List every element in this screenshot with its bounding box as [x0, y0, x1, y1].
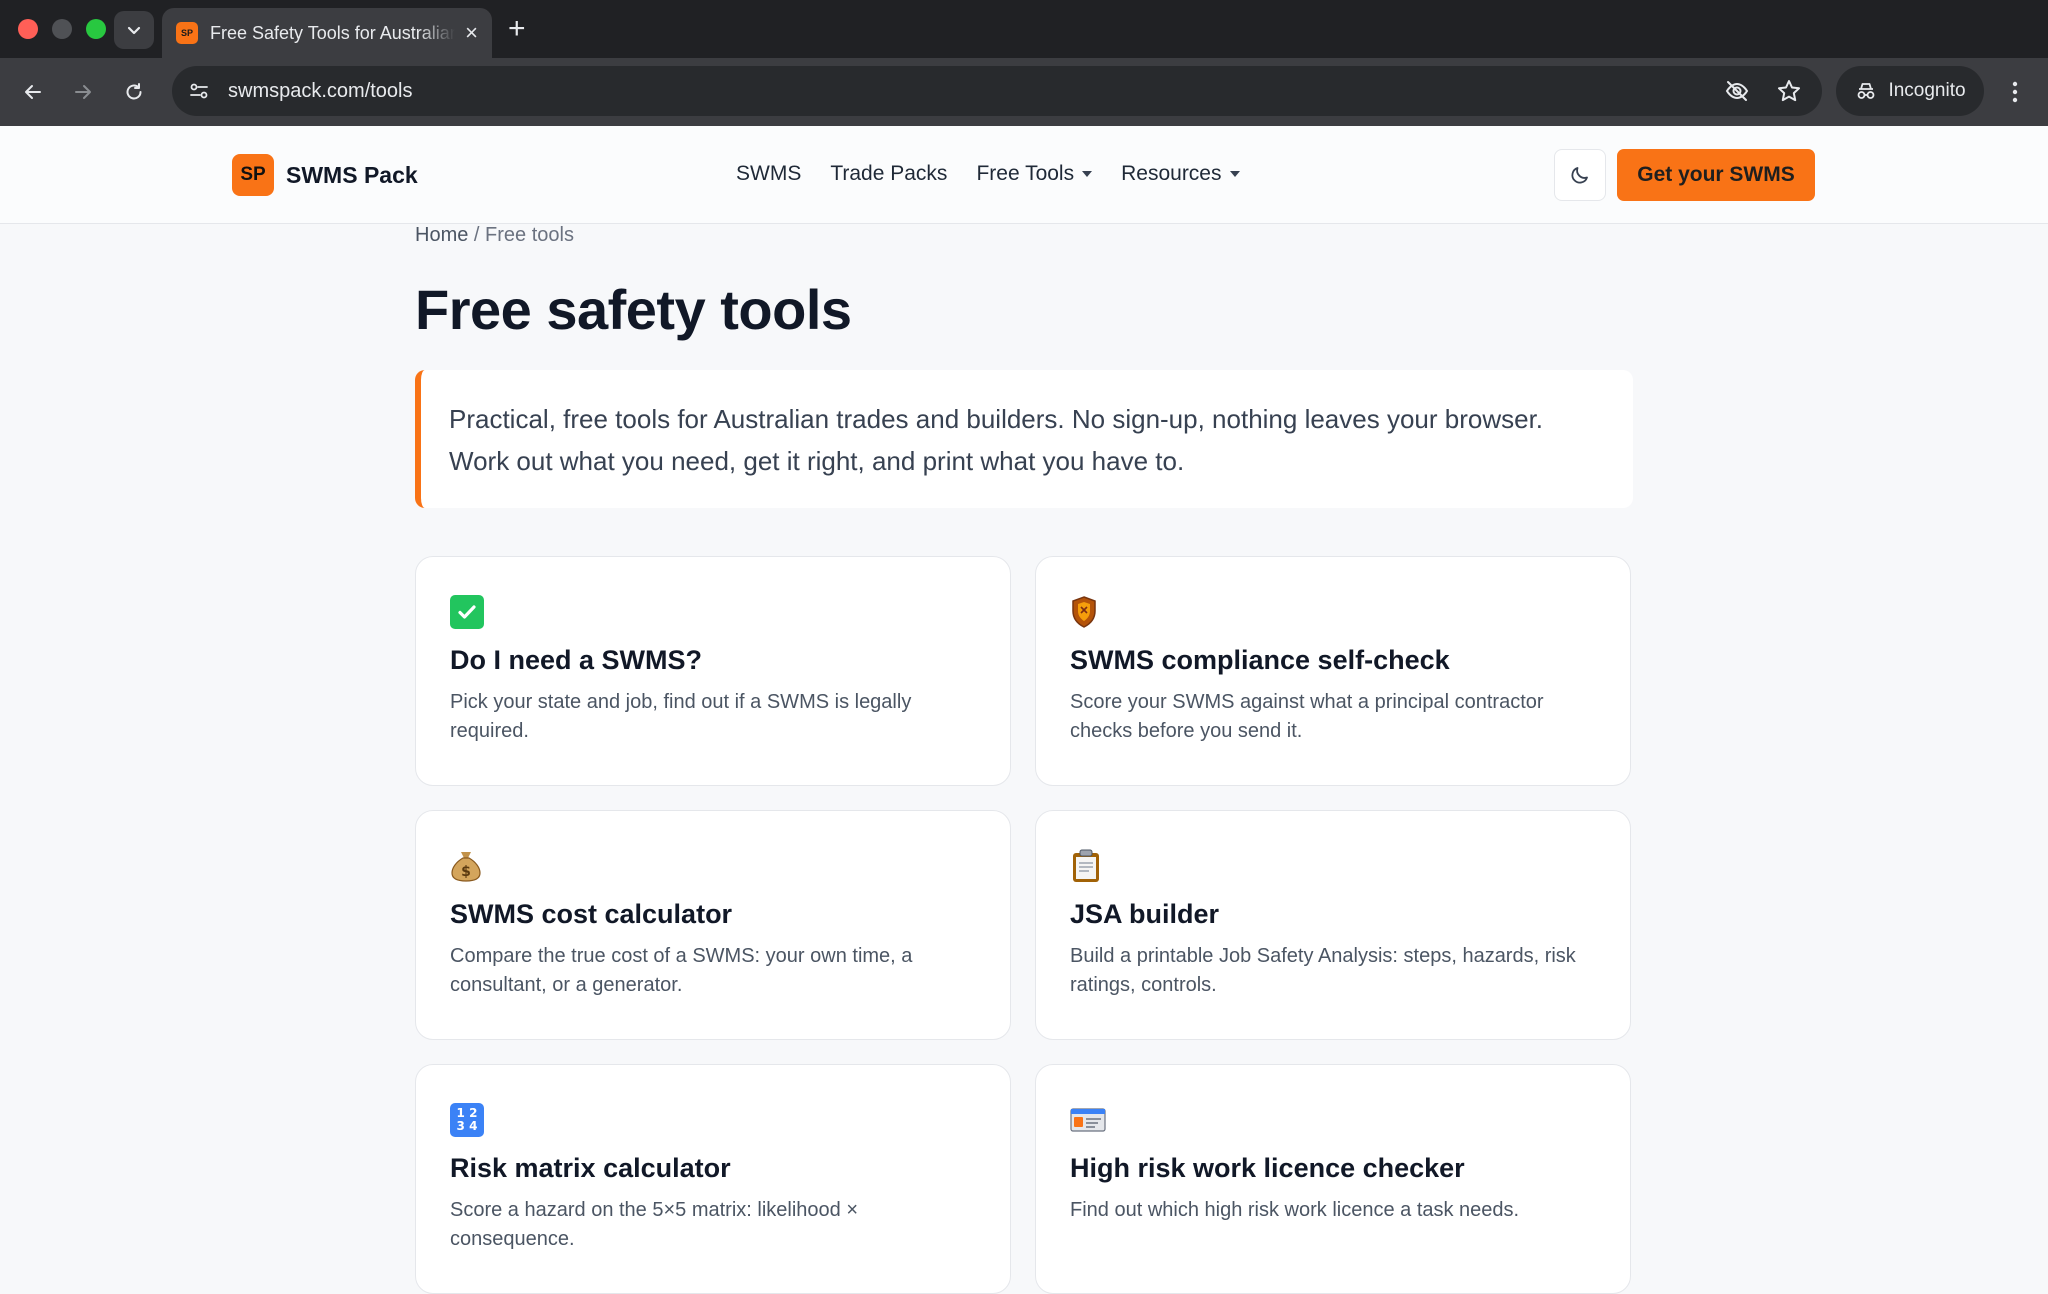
tool-card-desc: Score a hazard on the 5×5 matrix: likeli…: [450, 1199, 859, 1250]
address-bar[interactable]: swmspack.com/tools: [172, 66, 1822, 116]
minimize-window-button[interactable]: [52, 19, 72, 39]
nav-free-tools[interactable]: Free Tools: [976, 162, 1093, 186]
url-text: swmspack.com/tools: [228, 79, 413, 102]
card-icon-wrap: [1070, 593, 1596, 631]
forward-button[interactable]: [66, 75, 100, 109]
tool-card-desc: Score your SWMS against what a principal…: [1070, 691, 1544, 742]
tab-search-button[interactable]: [114, 11, 154, 49]
nav-trade-packs-label: Trade Packs: [830, 162, 948, 185]
card-icon-wrap: 1 23 4: [450, 1101, 976, 1139]
moon-icon: [1571, 167, 1588, 184]
browser-toolbar: swmspack.com/tools Incognito: [0, 58, 2048, 126]
numbers-icon: 1 23 4: [450, 1103, 484, 1137]
tool-card-title: Risk matrix calculator: [450, 1153, 731, 1183]
nav-resources[interactable]: Resources: [1121, 162, 1240, 186]
favicon-icon: SP: [176, 22, 198, 44]
card-icon-wrap: [1070, 1101, 1596, 1139]
id-card-icon: [1070, 1108, 1106, 1132]
browser-menu-button[interactable]: [2000, 75, 2030, 109]
shield-icon: [1072, 596, 1096, 628]
tool-card-title: Do I need a SWMS?: [450, 645, 703, 675]
card-icon-wrap: [450, 593, 976, 631]
nav-free-tools-label: Free Tools: [976, 162, 1075, 185]
brand-logo: SP: [232, 154, 274, 196]
tool-card-title: SWMS cost calculator: [450, 899, 733, 929]
site-header: SP SWMS Pack SWMS Trade Packs Free Tools…: [0, 126, 2048, 224]
tool-card-jsa-builder[interactable]: JSA builder Build a printable Job Safety…: [1035, 810, 1631, 1040]
new-tab-button[interactable]: +: [508, 14, 526, 44]
brand-home-link[interactable]: SP SWMS Pack: [232, 154, 418, 196]
browser-tab-bar: SP Free Safety Tools for Australian Trad…: [0, 0, 2048, 58]
arrow-right-icon: [75, 85, 91, 99]
address-bar-actions: [1724, 78, 1802, 104]
intro-text: Practical, free tools for Australian tra…: [449, 404, 1544, 476]
reload-button[interactable]: [117, 75, 151, 109]
tool-card-need-swms[interactable]: Do I need a SWMS? Pick your state and jo…: [415, 556, 1011, 786]
get-swms-button[interactable]: Get your SWMS: [1617, 149, 1815, 201]
page-title: Free safety tools: [415, 278, 852, 341]
back-button[interactable]: [16, 75, 50, 109]
caret-down-icon: [1229, 171, 1240, 177]
tool-card-desc: Compare the true cost of a SWMS: your ow…: [450, 945, 913, 996]
tool-card-desc: Find out which high risk work licence a …: [1070, 1199, 1520, 1221]
bookmark-star-icon[interactable]: [1776, 78, 1802, 104]
incognito-icon: [1858, 83, 1875, 99]
check-mark-icon: [450, 595, 484, 629]
breadcrumb: Home / Free tools: [415, 224, 1633, 247]
eye-off-icon[interactable]: [1724, 78, 1750, 104]
card-icon-wrap: $: [450, 847, 976, 885]
caret-down-icon: [1082, 171, 1093, 177]
maximize-window-button[interactable]: [86, 19, 106, 39]
site-settings-icon[interactable]: [188, 80, 210, 102]
breadcrumb-current: Free tools: [485, 224, 574, 246]
tools-grid: Do I need a SWMS? Pick your state and jo…: [415, 556, 1633, 1294]
tool-card-title: SWMS compliance self-check: [1070, 645, 1450, 675]
tool-card-risk-matrix[interactable]: 1 23 4 Risk matrix calculator Score a ha…: [415, 1064, 1011, 1294]
main-content: Home / Free tools Free safety tools Prac…: [415, 224, 1633, 1294]
more-vertical-icon: [2012, 81, 2018, 103]
close-tab-icon[interactable]: ×: [465, 20, 478, 46]
browser-tab-active[interactable]: SP Free Safety Tools for Australian Trad…: [162, 8, 492, 58]
breadcrumb-separator: /: [468, 224, 486, 246]
main-nav: SWMS Trade Packs Free Tools Resources: [736, 162, 1240, 186]
brand-name: SWMS Pack: [286, 161, 418, 188]
incognito-label: Incognito: [1888, 80, 1966, 101]
money-bag-icon: $: [451, 852, 481, 882]
tool-card-cost-calculator[interactable]: $ SWMS cost calculator Compare the true …: [415, 810, 1011, 1040]
tool-card-compliance-check[interactable]: SWMS compliance self-check Score your SW…: [1035, 556, 1631, 786]
incognito-indicator[interactable]: Incognito: [1836, 66, 1984, 116]
nav-trade-packs[interactable]: Trade Packs: [830, 162, 947, 186]
tool-card-desc: Build a printable Job Safety Analysis: s…: [1070, 945, 1576, 996]
card-icon-wrap: [1070, 847, 1596, 885]
chevron-down-icon: [127, 26, 141, 35]
reload-icon: [126, 83, 142, 100]
breadcrumb-home[interactable]: Home: [415, 224, 468, 246]
intro-callout: Practical, free tools for Australian tra…: [415, 370, 1633, 508]
arrow-left-icon: [25, 85, 41, 99]
tool-card-desc: Pick your state and job, find out if a S…: [450, 691, 912, 742]
theme-toggle-button[interactable]: [1554, 149, 1606, 201]
svg-text:$: $: [461, 864, 471, 880]
close-window-button[interactable]: [18, 19, 38, 39]
clipboard-icon: [1073, 849, 1099, 882]
nav-resources-label: Resources: [1121, 162, 1222, 185]
window-controls: [18, 19, 106, 39]
tool-card-licence-checker[interactable]: High risk work licence checker Find out …: [1035, 1064, 1631, 1294]
tab-title: Free Safety Tools for Australian Trades: [210, 22, 456, 43]
tool-card-title: JSA builder: [1070, 899, 1220, 929]
nav-swms[interactable]: SWMS: [736, 162, 801, 186]
tool-card-title: High risk work licence checker: [1070, 1153, 1465, 1183]
nav-swms-label: SWMS: [736, 162, 802, 185]
